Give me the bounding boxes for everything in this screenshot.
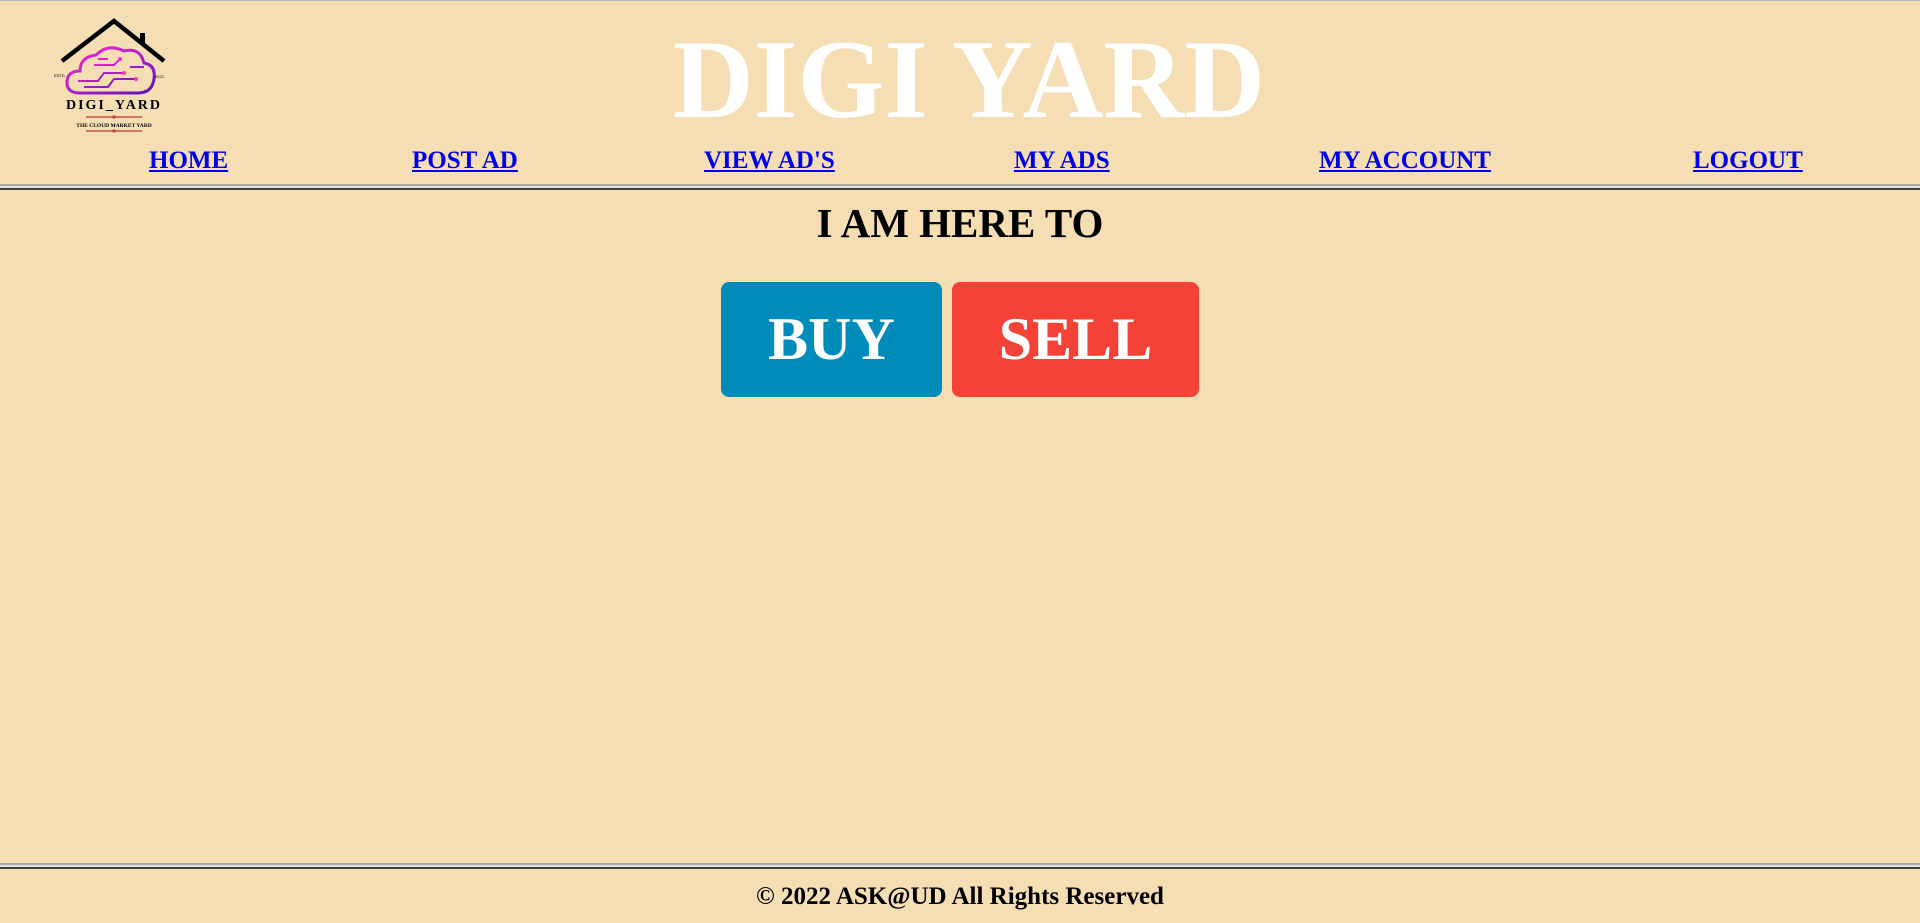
footer-divider (0, 863, 1920, 869)
nav-my-account-link[interactable]: MY ACCOUNT (1319, 146, 1491, 176)
sell-button[interactable]: SELL (952, 282, 1199, 397)
footer-copyright: © 2022 ASK@UD All Rights Reserved (756, 883, 1164, 910)
site-title: DIGI YARD (672, 18, 1266, 142)
nav-my-ads-link[interactable]: MY ADS (1014, 146, 1110, 176)
nav-logout-link[interactable]: LOGOUT (1693, 146, 1803, 176)
page-heading: I AM HERE TO (816, 200, 1104, 246)
header-divider (0, 184, 1920, 190)
nav-home-link[interactable]: HOME (149, 146, 228, 176)
buy-button[interactable]: BUY (721, 282, 942, 397)
header: ESTD 2022 DIGI_YARD THE CLOUD MARKET YAR… (0, 0, 1920, 185)
nav-view-ads-link[interactable]: VIEW AD'S (704, 146, 835, 176)
nav-post-ad-link[interactable]: POST AD (412, 146, 518, 176)
